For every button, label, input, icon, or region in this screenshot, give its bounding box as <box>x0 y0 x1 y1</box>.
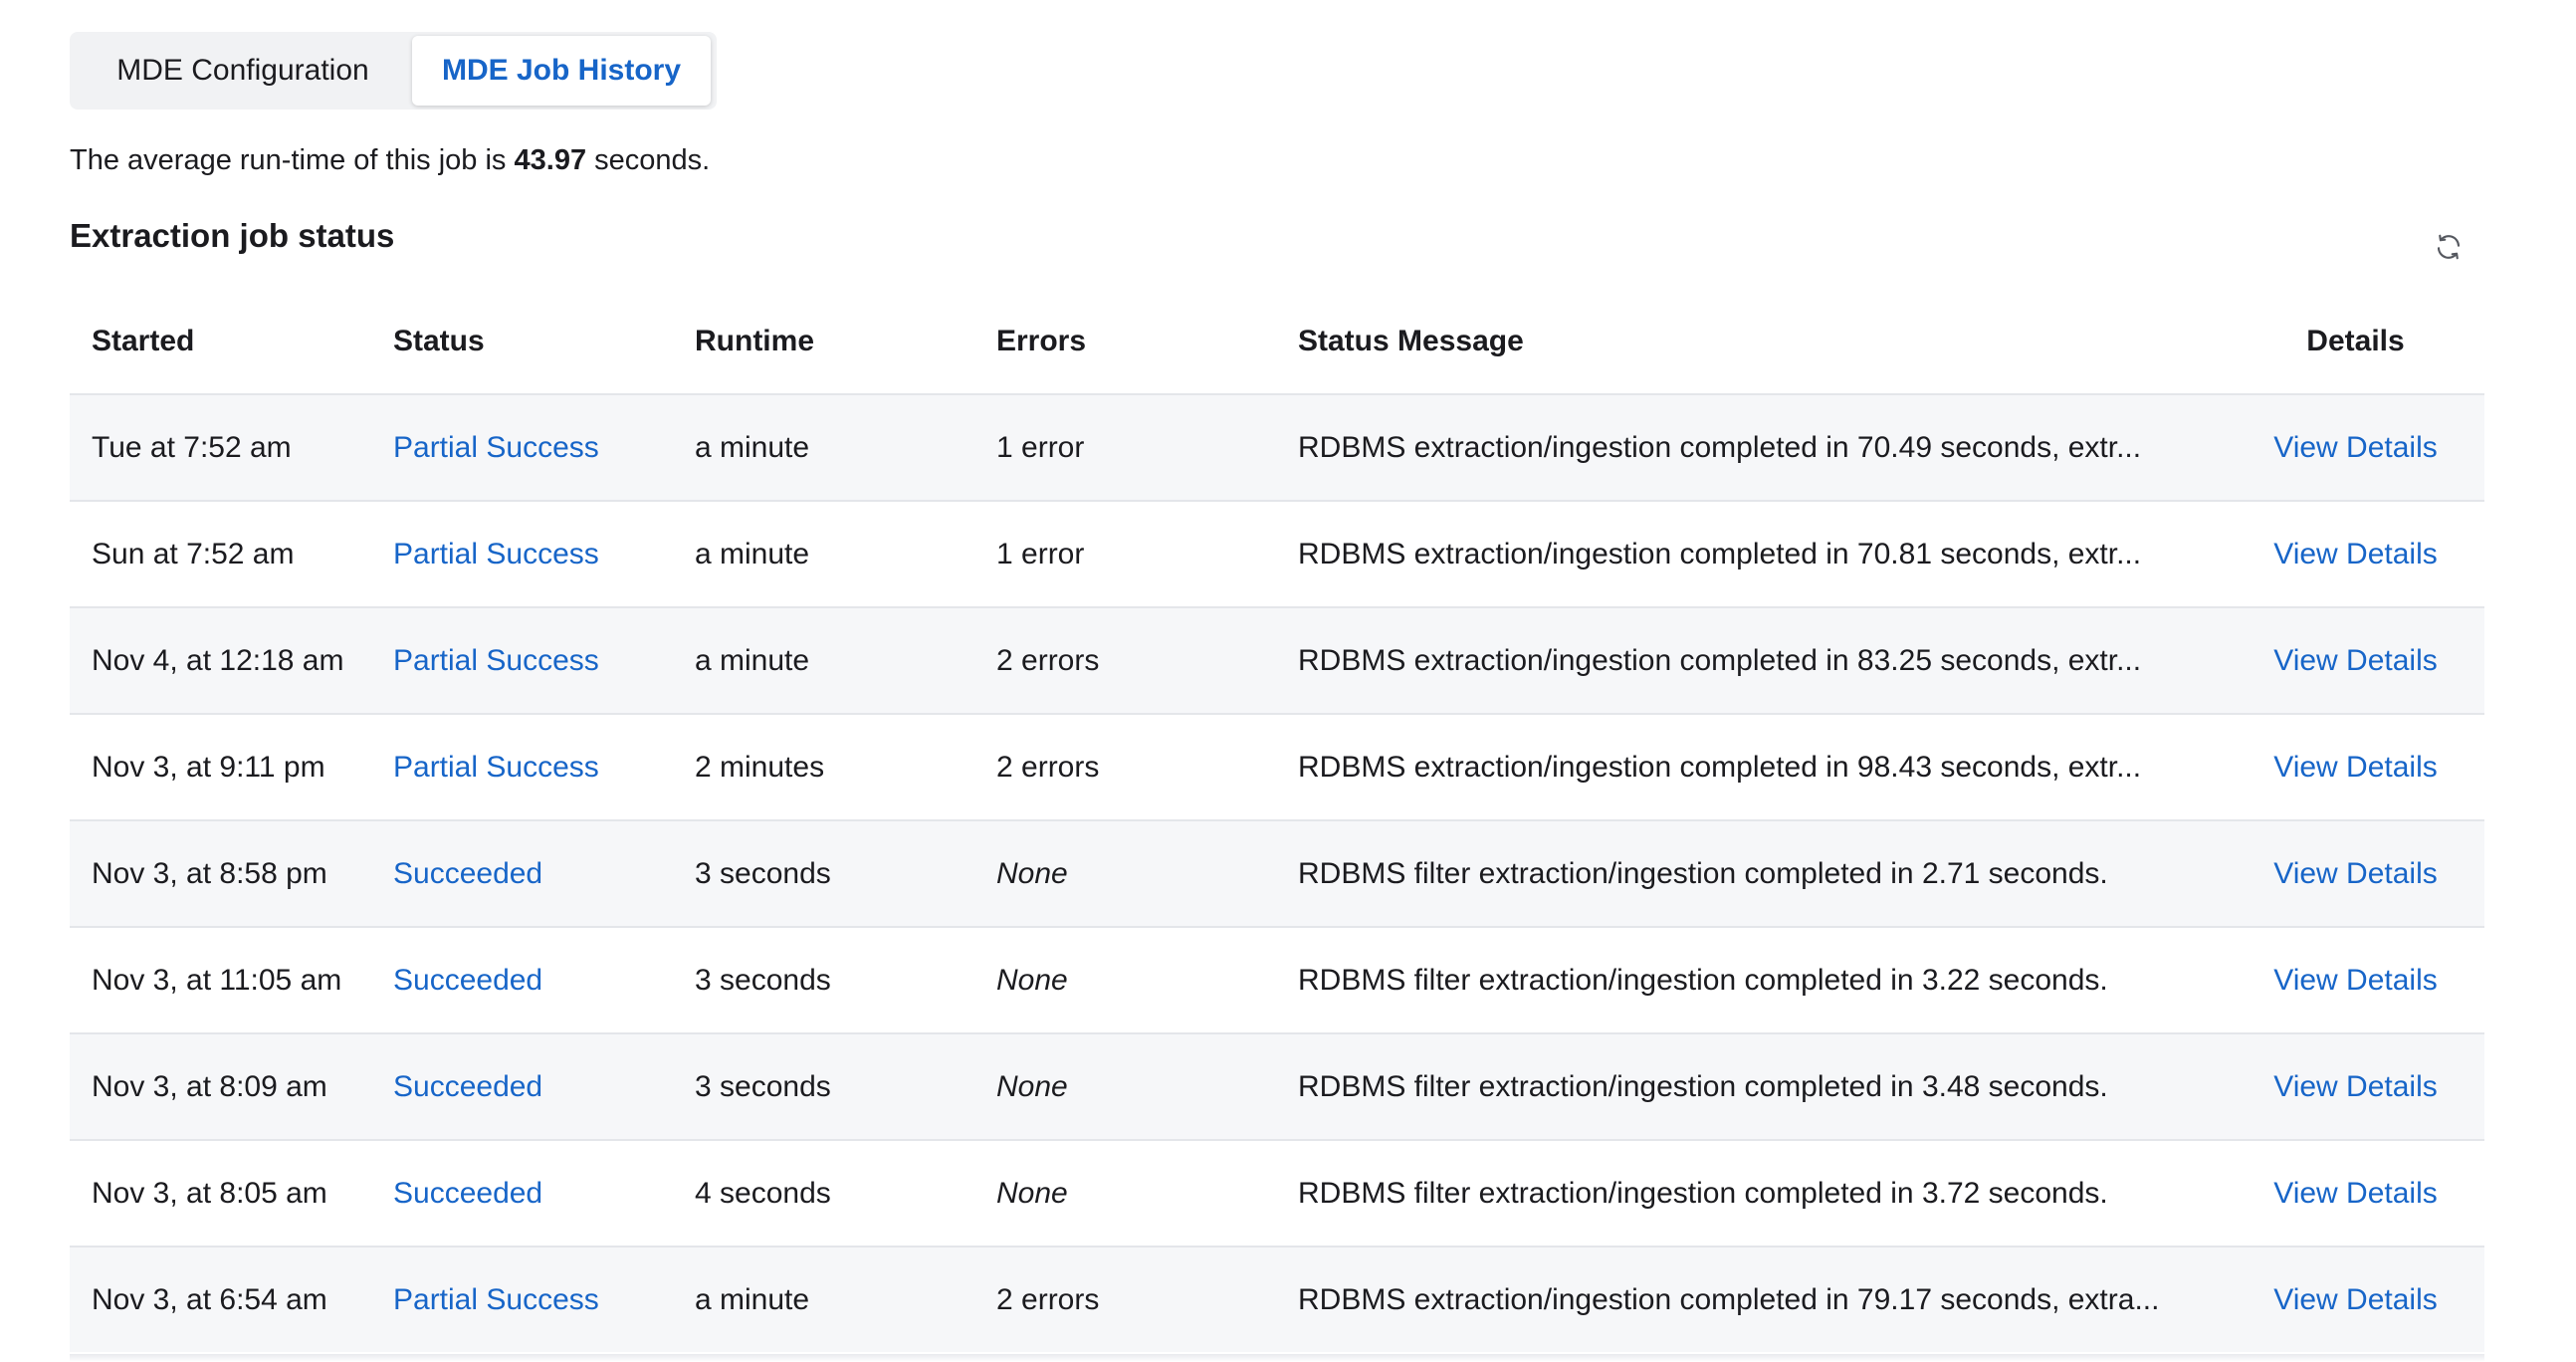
view-details-link[interactable]: View Details <box>2227 431 2484 465</box>
cell-errors: None <box>996 1069 1068 1103</box>
refresh-button[interactable] <box>2429 229 2469 269</box>
cell-started: Nov 3, at 8:09 am <box>92 1069 327 1103</box>
view-details-link[interactable]: View Details <box>2227 644 2484 678</box>
table-row: Nov 3, at 8:05 am Succeeded 4 seconds No… <box>70 1139 2484 1246</box>
cell-status-message: RDBMS extraction/ingestion completed in … <box>1298 750 2142 784</box>
section-title: Extraction job status <box>70 217 395 254</box>
cell-started: Nov 3, at 8:58 pm <box>92 856 327 890</box>
status-link[interactable]: Succeeded <box>371 1070 673 1104</box>
cell-status-message: RDBMS extraction/ingestion completed in … <box>1298 430 2142 464</box>
table-row: Nov 4, at 12:18 am Partial Success a min… <box>70 606 2484 713</box>
cell-runtime: 4 seconds <box>695 1176 831 1210</box>
cell-errors: None <box>996 856 1068 890</box>
status-link[interactable]: Succeeded <box>371 964 673 998</box>
cell-status-message: RDBMS filter extraction/ingestion comple… <box>1298 963 2108 997</box>
table-row: Nov 3, at 8:58 pm Succeeded 3 seconds No… <box>70 819 2484 926</box>
cell-status-message: RDBMS extraction/ingestion completed in … <box>1298 1282 2160 1316</box>
view-details-link[interactable]: View Details <box>2227 857 2484 891</box>
view-details-link[interactable]: View Details <box>2227 1070 2484 1104</box>
header-details: Details <box>2306 324 2405 357</box>
cell-started: Nov 3, at 8:05 am <box>92 1176 327 1210</box>
job-status-table: Started Status Runtime Errors Status Mes… <box>70 289 2484 1352</box>
status-link[interactable]: Succeeded <box>371 857 673 891</box>
table-row: Sun at 7:52 am Partial Success a minute … <box>70 500 2484 606</box>
status-link[interactable]: Succeeded <box>371 1177 673 1211</box>
tab-mde-job-history[interactable]: MDE Job History <box>412 36 711 106</box>
cell-errors: 1 error <box>996 430 1085 464</box>
cell-runtime: 3 seconds <box>695 963 831 997</box>
cell-status-message: RDBMS extraction/ingestion completed in … <box>1298 537 2142 570</box>
cell-errors: 2 errors <box>996 750 1100 784</box>
table-row: Nov 3, at 9:11 pm Partial Success 2 minu… <box>70 713 2484 819</box>
mde-job-history-page: MDE Configuration MDE Job History The av… <box>0 0 2576 1362</box>
table-bottom-shadow <box>70 1354 2484 1362</box>
refresh-icon <box>2434 232 2464 267</box>
status-link[interactable]: Partial Success <box>371 538 673 571</box>
header-status-message[interactable]: Status Message <box>1276 325 2227 358</box>
cell-status-message: RDBMS filter extraction/ingestion comple… <box>1298 1176 2108 1210</box>
status-link[interactable]: Partial Success <box>371 644 673 678</box>
average-runtime-text: The average run-time of this job is 43.9… <box>70 144 710 177</box>
average-runtime-value: 43.97 <box>514 144 587 176</box>
header-status[interactable]: Status <box>371 325 673 358</box>
cell-errors: None <box>996 963 1068 997</box>
table-row: Nov 3, at 11:05 am Succeeded 3 seconds N… <box>70 926 2484 1032</box>
cell-status-message: RDBMS filter extraction/ingestion comple… <box>1298 1069 2108 1103</box>
cell-errors: 2 errors <box>996 643 1100 677</box>
cell-runtime: 3 seconds <box>695 856 831 890</box>
header-started[interactable]: Started <box>70 325 371 358</box>
cell-status-message: RDBMS extraction/ingestion completed in … <box>1298 643 2142 677</box>
cell-errors: 1 error <box>996 537 1085 570</box>
view-details-link[interactable]: View Details <box>2227 751 2484 785</box>
cell-runtime: 2 minutes <box>695 750 825 784</box>
cell-started: Nov 3, at 11:05 am <box>92 963 342 997</box>
cell-started: Tue at 7:52 am <box>92 430 292 464</box>
cell-runtime: a minute <box>695 537 810 570</box>
average-runtime-prefix: The average run-time of this job is <box>70 144 507 176</box>
status-link[interactable]: Partial Success <box>371 751 673 785</box>
header-errors[interactable]: Errors <box>974 325 1276 358</box>
table-row: Nov 3, at 8:09 am Succeeded 3 seconds No… <box>70 1032 2484 1139</box>
cell-errors: None <box>996 1176 1068 1210</box>
average-runtime-suffix: seconds. <box>594 144 711 176</box>
cell-started: Nov 3, at 6:54 am <box>92 1282 327 1316</box>
view-details-link[interactable]: View Details <box>2227 1177 2484 1211</box>
status-link[interactable]: Partial Success <box>371 431 673 465</box>
cell-runtime: a minute <box>695 643 810 677</box>
cell-errors: 2 errors <box>996 1282 1100 1316</box>
tab-bar: MDE Configuration MDE Job History <box>70 32 717 110</box>
tab-mde-configuration[interactable]: MDE Configuration <box>74 36 412 106</box>
view-details-link[interactable]: View Details <box>2227 964 2484 998</box>
cell-status-message: RDBMS filter extraction/ingestion comple… <box>1298 856 2108 890</box>
cell-started: Sun at 7:52 am <box>92 537 295 570</box>
header-runtime[interactable]: Runtime <box>673 325 974 358</box>
status-link[interactable]: Partial Success <box>371 1283 673 1317</box>
table-row: Nov 3, at 6:54 am Partial Success a minu… <box>70 1246 2484 1352</box>
cell-started: Nov 3, at 9:11 pm <box>92 750 325 784</box>
cell-runtime: a minute <box>695 430 810 464</box>
cell-runtime: 3 seconds <box>695 1069 831 1103</box>
table-header: Started Status Runtime Errors Status Mes… <box>70 289 2484 393</box>
view-details-link[interactable]: View Details <box>2227 1283 2484 1317</box>
view-details-link[interactable]: View Details <box>2227 538 2484 571</box>
cell-runtime: a minute <box>695 1282 810 1316</box>
table-row: Tue at 7:52 am Partial Success a minute … <box>70 393 2484 500</box>
cell-started: Nov 4, at 12:18 am <box>92 643 344 677</box>
